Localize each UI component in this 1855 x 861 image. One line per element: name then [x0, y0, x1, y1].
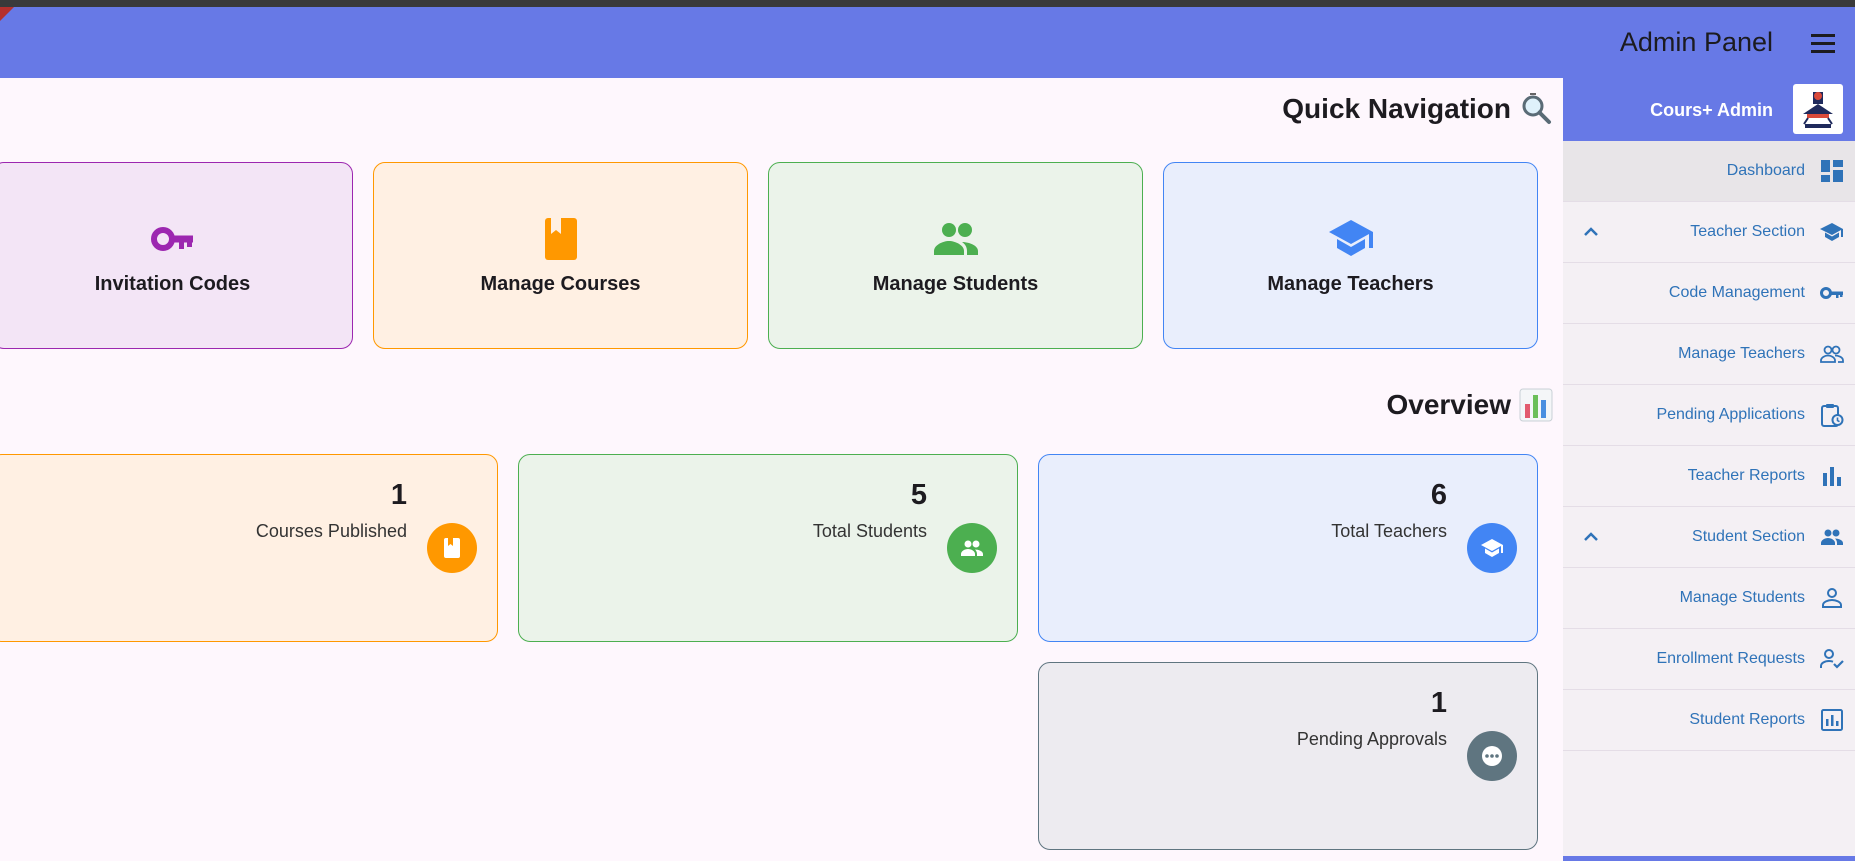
chevron-up-icon[interactable] [1581, 222, 1601, 242]
person-outline-icon [1822, 588, 1842, 608]
book-icon [427, 523, 477, 573]
drawer-header: Cours+ Admin [1563, 78, 1855, 141]
drawer-item-label: Manage Students [1679, 589, 1805, 606]
drawer-item-label: Teacher Section [1690, 223, 1805, 240]
key-icon [1820, 287, 1843, 299]
overview-title-text: Overview [1386, 389, 1511, 420]
pending-actions-icon [1821, 404, 1844, 427]
drawer-item-label: Student Reports [1689, 711, 1805, 728]
overview-title: Overview [1386, 388, 1553, 422]
quick-navigation-title-text: Quick Navigation [1282, 93, 1511, 124]
manage-courses-card[interactable]: Manage Courses [373, 162, 748, 349]
pending-approvals-value: 1 [1430, 687, 1447, 719]
drawer-item-label: Teacher Reports [1687, 467, 1805, 484]
book-icon [544, 218, 577, 260]
quick-navigation-title: Quick Navigation [1282, 92, 1553, 126]
people-outline-icon [1820, 345, 1844, 363]
drawer-admin-name: Cours+ Admin [1650, 100, 1773, 120]
group-icon [947, 523, 997, 573]
drawer-item-manage-students[interactable]: Manage Students [1563, 568, 1855, 629]
drawer-item-pending-applications[interactable]: Pending Applications [1563, 385, 1855, 446]
app-logo [1793, 84, 1843, 134]
courses-published-value: 1 [390, 479, 407, 511]
pending-icon [1467, 731, 1517, 781]
total-teachers-value: 6 [1430, 479, 1447, 511]
key-icon [150, 227, 193, 251]
window-top-strip [0, 0, 1855, 7]
person-check-icon [1820, 649, 1844, 669]
drawer-item-teacher-section[interactable]: Teacher Section [1563, 202, 1855, 263]
group-icon [933, 223, 978, 255]
drawer-item-label: Code Management [1668, 284, 1805, 301]
drawer-item-label: Dashboard [1726, 162, 1805, 179]
drawer-bottom-bar [1563, 856, 1855, 861]
manage-students-card[interactable]: Manage Students [768, 162, 1143, 349]
total-students-label: Total Students [812, 521, 927, 541]
drawer-item-dashboard[interactable]: Dashboard [1563, 141, 1855, 202]
drawer-item-teacher-reports[interactable]: Teacher Reports [1563, 446, 1855, 507]
chevron-up-icon[interactable] [1581, 527, 1601, 547]
app-bar: Admin Panel [0, 7, 1855, 78]
drawer-item-code-management[interactable]: Code Management [1563, 263, 1855, 324]
drawer-item-label: Enrollment Requests [1656, 650, 1805, 667]
total-students-card: 5 Total Students [518, 454, 1018, 642]
drawer-item-label: Student Section [1692, 528, 1805, 545]
navigation-drawer: Cours+ Admin Dashboard Teacher Section C… [1563, 78, 1855, 861]
dashboard-icon [1821, 160, 1843, 182]
drawer-item-enrollment-requests[interactable]: Enrollment Requests [1563, 629, 1855, 690]
drawer-item-student-reports[interactable]: Student Reports [1563, 690, 1855, 751]
debug-banner-corner [0, 7, 14, 21]
drawer-item-student-section[interactable]: Student Section [1563, 507, 1855, 568]
group-icon [1821, 529, 1843, 545]
manage-teachers-label: Manage Teachers [1267, 273, 1434, 295]
manage-teachers-card[interactable]: Manage Teachers [1163, 162, 1538, 349]
courses-published-label: Courses Published [255, 521, 407, 541]
school-icon [1467, 523, 1517, 573]
courses-published-card: 1 Courses Published [0, 454, 498, 642]
total-teachers-card: 6 Total Teachers [1038, 454, 1538, 642]
analytics-icon [1821, 709, 1843, 731]
invitation-codes-label: Invitation Codes [94, 273, 251, 295]
bar-chart-icon [1823, 467, 1841, 486]
school-icon [1328, 220, 1373, 256]
main-content: Quick Navigation Invitation Codes Manage… [0, 78, 1563, 861]
manage-students-label: Manage Students [872, 273, 1039, 295]
app-title: Admin Panel [1619, 27, 1773, 57]
pending-approvals-card: 1 Pending Approvals [1038, 662, 1538, 850]
menu-icon[interactable] [1811, 34, 1837, 54]
bar-chart-emoji-icon [1519, 388, 1553, 422]
drawer-item-manage-teachers[interactable]: Manage Teachers [1563, 324, 1855, 385]
school-icon [1820, 223, 1843, 241]
magnifier-icon [1522, 93, 1551, 124]
manage-courses-label: Manage Courses [480, 273, 641, 295]
drawer-item-label: Manage Teachers [1678, 345, 1805, 362]
total-teachers-label: Total Teachers [1331, 521, 1447, 541]
total-students-value: 5 [910, 479, 927, 511]
drawer-item-label: Pending Applications [1656, 406, 1805, 423]
pending-approvals-label: Pending Approvals [1296, 729, 1447, 749]
invitation-codes-card[interactable]: Invitation Codes [0, 162, 353, 349]
